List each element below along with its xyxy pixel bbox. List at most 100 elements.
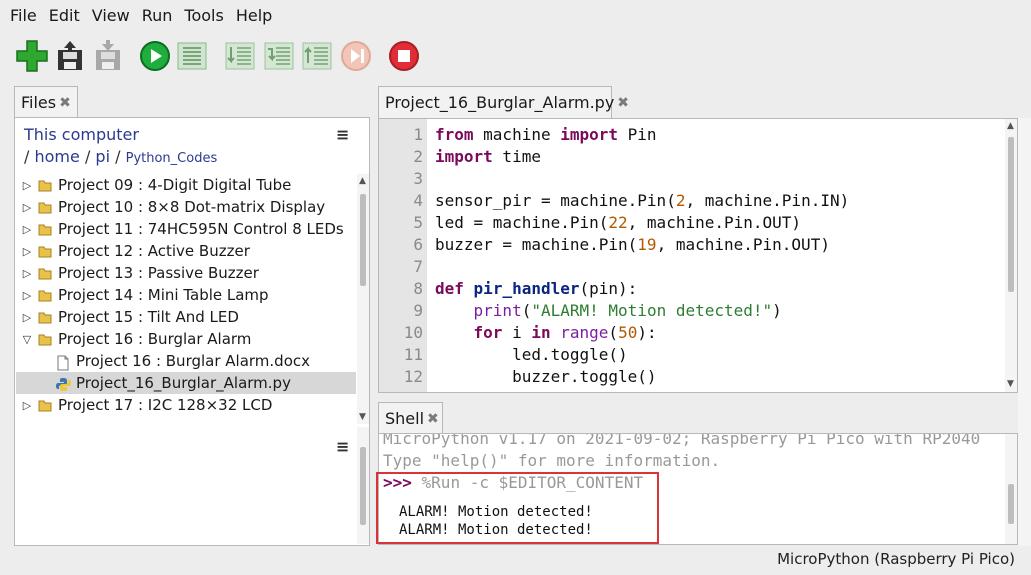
- line-number: 9: [413, 301, 423, 320]
- code-line: buzzer = machine.Pin(19, machine.Pin.OUT…: [435, 235, 830, 254]
- code-line: led.toggle(): [435, 345, 628, 364]
- scrollbar-thumb[interactable]: [360, 194, 366, 286]
- tree-item-label: Project 10 : 8×8 Dot-matrix Display: [58, 198, 326, 216]
- run-button[interactable]: [137, 38, 173, 74]
- tree-item[interactable]: ▷ Project 11 : 74HC595N Control 8 LEDs: [16, 218, 356, 240]
- tree-item[interactable]: ▷ Project 12 : Active Buzzer: [16, 240, 356, 262]
- tab-editor-label: Project_16_Burglar_Alarm.py: [385, 93, 615, 112]
- step-out-icon: [302, 42, 332, 70]
- line-number: 10: [403, 323, 423, 342]
- breadcrumb-pi[interactable]: pi: [95, 147, 110, 166]
- details-scrollbar[interactable]: [357, 427, 369, 544]
- scrollbar-thumb[interactable]: [360, 447, 366, 525]
- collapse-arrow-icon[interactable]: ▽: [20, 333, 34, 346]
- line-number: 2: [413, 147, 423, 166]
- close-icon[interactable]: ✖: [59, 95, 71, 111]
- tab-files[interactable]: Files ✖: [14, 86, 78, 118]
- tree-item-label: Project_16_Burglar_Alarm.py: [76, 374, 291, 392]
- tree-item-label: Project 16 : Burglar Alarm.docx: [76, 352, 311, 370]
- tree-item[interactable]: ▷ Project 13 : Passive Buzzer: [16, 262, 356, 284]
- tree-item-label: Project 16 : Burglar Alarm: [58, 330, 252, 348]
- tree-item[interactable]: ▷ Project 09 : 4-Digit Digital Tube: [16, 174, 356, 196]
- line-number: 8: [413, 279, 423, 298]
- step-out-button[interactable]: [299, 38, 335, 74]
- close-icon[interactable]: ✖: [617, 95, 629, 111]
- document-icon: [56, 355, 70, 370]
- folder-icon: [38, 245, 52, 258]
- tree-item[interactable]: ▷ Project 14 : Mini Table Lamp: [16, 284, 356, 306]
- new-file-button[interactable]: [14, 38, 50, 74]
- menu-file[interactable]: File: [4, 6, 43, 25]
- step-into-icon: [264, 42, 294, 70]
- expand-arrow-icon[interactable]: ▷: [20, 201, 34, 214]
- menu-edit[interactable]: Edit: [43, 6, 86, 25]
- resume-button[interactable]: [338, 38, 374, 74]
- menu-run[interactable]: Run: [136, 6, 179, 25]
- line-number: 1: [413, 125, 423, 144]
- stop-button[interactable]: [386, 38, 422, 74]
- tree-item-label: Project 13 : Passive Buzzer: [58, 264, 259, 282]
- tree-item-label: Project 09 : 4-Digit Digital Tube: [58, 176, 292, 194]
- breadcrumb-separator: /: [24, 147, 30, 166]
- breadcrumb-home[interactable]: home: [34, 147, 79, 166]
- tab-editor-file[interactable]: Project_16_Burglar_Alarm.py ✖: [378, 86, 629, 118]
- scroll-up-icon[interactable]: ▲: [359, 176, 366, 186]
- tree-item[interactable]: ▷ Project 17 : I2C 128×32 LCD: [16, 394, 356, 416]
- tree-item[interactable]: ▷ Project 15 : Tilt And LED: [16, 306, 356, 328]
- details-menu-icon[interactable]: ≡: [336, 437, 349, 456]
- expand-arrow-icon[interactable]: ▷: [20, 399, 34, 412]
- scrollbar-thumb[interactable]: [1008, 484, 1014, 524]
- editor-scrollbar[interactable]: ▲ ▼: [1005, 119, 1017, 392]
- tree-item[interactable]: ▽ Project 16 : Burglar Alarm: [16, 328, 356, 350]
- tree-item[interactable]: ▷ Project 10 : 8×8 Dot-matrix Display: [16, 196, 356, 218]
- line-number: 3: [413, 169, 423, 188]
- code-editor[interactable]: 1 2 3 4 5 6 7 8 9 10 11 12 from machine …: [378, 118, 1018, 393]
- expand-arrow-icon[interactable]: ▷: [20, 289, 34, 302]
- floppy-down-icon: [96, 40, 120, 70]
- line-number: 11: [403, 345, 423, 364]
- line-number: 7: [413, 257, 423, 276]
- tree-item[interactable]: Project 16 : Burglar Alarm.docx: [16, 350, 356, 372]
- resume-icon: [341, 41, 371, 71]
- shell-help-hint: Type "help()" for more information.: [383, 451, 721, 470]
- line-number: 4: [413, 191, 423, 210]
- file-tree-scrollbar[interactable]: ▲ ▼: [357, 174, 369, 424]
- scroll-up-icon[interactable]: ▲: [1007, 121, 1014, 131]
- shell-banner: MicroPython v1.17 on 2021-09-02; Raspber…: [383, 433, 981, 448]
- menu-help[interactable]: Help: [230, 6, 278, 25]
- save-file-button[interactable]: [90, 38, 126, 74]
- code-line: led = machine.Pin(22, machine.Pin.OUT): [435, 213, 802, 232]
- tree-item-selected[interactable]: Project_16_Burglar_Alarm.py: [16, 372, 356, 394]
- menu-tools[interactable]: Tools: [178, 6, 229, 25]
- step-over-button[interactable]: [222, 38, 258, 74]
- debug-button[interactable]: [174, 38, 210, 74]
- location-this-computer[interactable]: This computer: [24, 125, 139, 144]
- load-file-button[interactable]: [52, 38, 88, 74]
- tree-item-label: Project 15 : Tilt And LED: [58, 308, 239, 326]
- expand-arrow-icon[interactable]: ▷: [20, 311, 34, 324]
- expand-arrow-icon[interactable]: ▷: [20, 245, 34, 258]
- line-number: 12: [403, 367, 423, 386]
- step-into-button[interactable]: [261, 38, 297, 74]
- expand-arrow-icon[interactable]: ▷: [20, 267, 34, 280]
- menu-view[interactable]: View: [86, 6, 136, 25]
- line-number: 6: [413, 235, 423, 254]
- interpreter-status[interactable]: MicroPython (Raspberry Pi Pico): [777, 550, 1015, 568]
- file-details-panel: ≡: [16, 427, 356, 544]
- tab-files-label: Files: [21, 93, 57, 112]
- close-icon[interactable]: ✖: [427, 411, 439, 427]
- breadcrumb-python-codes[interactable]: Python_Codes: [126, 151, 218, 166]
- scroll-down-icon[interactable]: ▼: [1007, 379, 1014, 389]
- expand-arrow-icon[interactable]: ▷: [20, 223, 34, 236]
- line-number: 5: [413, 213, 423, 232]
- files-menu-icon[interactable]: ≡: [336, 125, 349, 144]
- scroll-down-icon[interactable]: ▼: [359, 412, 366, 422]
- toolbar: [0, 36, 1031, 76]
- shell-scrollbar[interactable]: [1005, 434, 1017, 544]
- tab-shell[interactable]: Shell ✖: [378, 402, 443, 434]
- scrollbar-thumb[interactable]: [1008, 137, 1014, 292]
- breadcrumb-separator: /: [84, 147, 91, 166]
- expand-arrow-icon[interactable]: ▷: [20, 179, 34, 192]
- highlight-annotation-box: [376, 472, 659, 544]
- folder-open-icon: [38, 333, 52, 346]
